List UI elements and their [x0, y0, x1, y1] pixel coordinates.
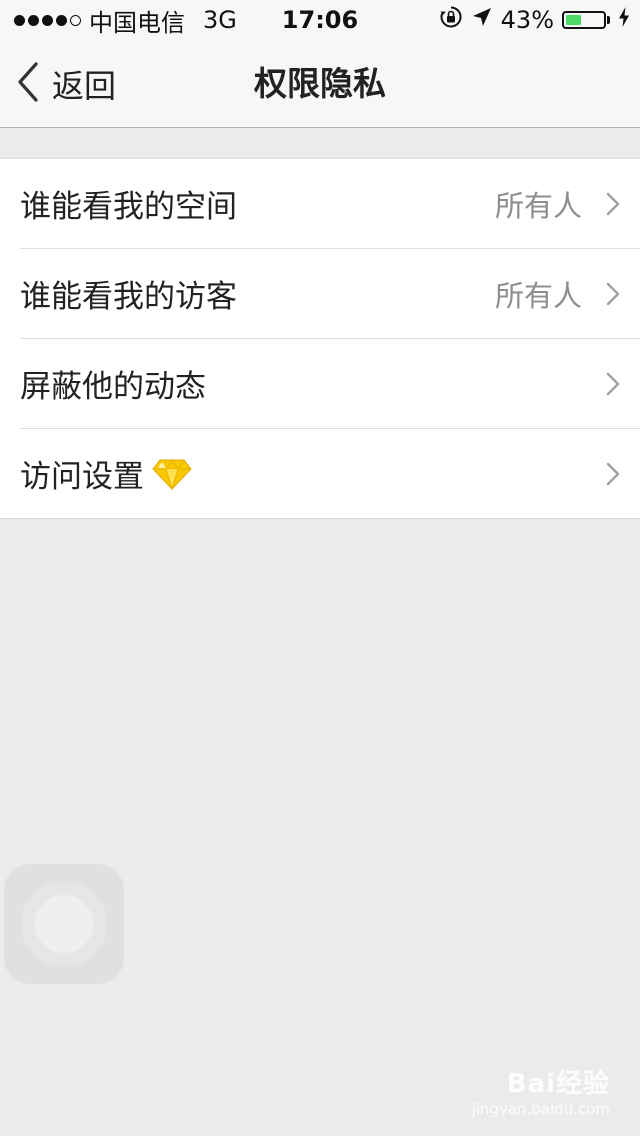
- navigation-bar: 返回 权限隐私: [0, 40, 640, 128]
- signal-strength-icon: [14, 14, 81, 26]
- status-bar: 中国电信 3G 17:06 43%: [0, 0, 640, 40]
- rotation-lock-icon: [439, 5, 463, 35]
- chevron-right-icon: [606, 372, 620, 400]
- back-label: 返回: [52, 66, 117, 105]
- setting-access-settings[interactable]: 访问设置: [20, 428, 640, 518]
- back-button[interactable]: 返回: [16, 40, 116, 127]
- chevron-right-icon: [606, 282, 620, 310]
- signal-dot: [14, 14, 25, 26]
- charging-bolt-icon: [618, 6, 630, 34]
- watermark: Bai经验 jingyan.baidu.com: [472, 1063, 610, 1118]
- chevron-left-icon: [16, 61, 40, 106]
- setting-label: 谁能看我的访客: [20, 279, 237, 315]
- battery-fill: [566, 15, 582, 25]
- setting-value: 所有人: [494, 278, 582, 313]
- carrier-name: 中国电信: [89, 8, 185, 37]
- watermark-url: jingyan.baidu.com: [471, 1100, 610, 1118]
- assistive-touch-button[interactable]: [4, 864, 124, 984]
- chevron-right-icon: [606, 192, 620, 220]
- location-arrow-icon: [471, 6, 493, 34]
- assistive-touch-center: [35, 895, 93, 953]
- diamond-icon: [152, 458, 192, 490]
- status-right: 43%: [439, 0, 630, 40]
- privacy-settings-list: 谁能看我的空间 所有人 谁能看我的访客 所有人 屏蔽他的动态 访问设置: [0, 158, 640, 519]
- setting-who-can-view-space[interactable]: 谁能看我的空间 所有人: [0, 159, 640, 248]
- setting-block-their-feed[interactable]: 屏蔽他的动态: [20, 338, 640, 428]
- setting-who-can-view-visitors[interactable]: 谁能看我的访客 所有人: [20, 248, 640, 338]
- battery-icon: [562, 11, 610, 29]
- network-type: 3G: [203, 6, 237, 34]
- setting-label-wrap: 访问设置: [20, 451, 192, 496]
- setting-label: 谁能看我的空间: [20, 189, 237, 225]
- signal-dot-empty: [70, 14, 81, 26]
- signal-dot: [56, 14, 67, 26]
- signal-dot: [42, 14, 53, 26]
- setting-label: 访问设置: [20, 459, 144, 495]
- chevron-right-icon: [606, 462, 620, 490]
- setting-label: 屏蔽他的动态: [20, 369, 206, 405]
- battery-percent: 43%: [500, 6, 554, 34]
- setting-value: 所有人: [494, 188, 582, 223]
- signal-dot: [28, 14, 39, 26]
- watermark-logo: Bai经验: [506, 1069, 610, 1099]
- assistive-touch-ring: [21, 881, 107, 967]
